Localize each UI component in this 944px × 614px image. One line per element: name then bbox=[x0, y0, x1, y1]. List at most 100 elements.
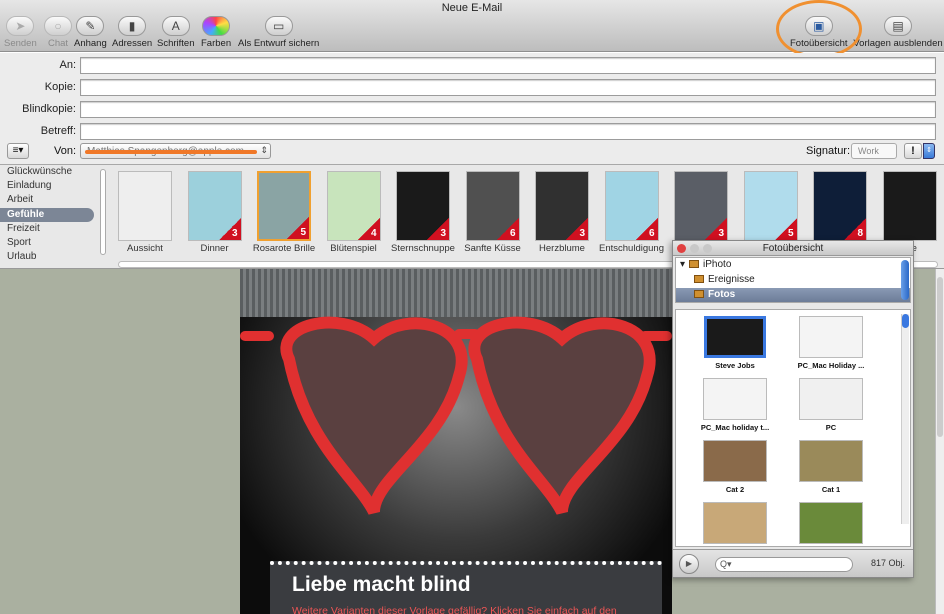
template-thumbnail[interactable]: 3 bbox=[187, 171, 242, 241]
variant-count: 3 bbox=[231, 228, 238, 239]
source-events[interactable]: Ereignisse bbox=[676, 273, 910, 287]
priority-dropdown-icon[interactable]: ⇕ bbox=[923, 143, 935, 159]
photo-item[interactable]: PC_Mac Holiday ... bbox=[786, 316, 876, 370]
chat-label: Chat bbox=[47, 38, 69, 49]
category-item[interactable]: Einladung bbox=[0, 179, 98, 193]
from-select[interactable]: Matthias Spangenberg@apple.com ⇕ bbox=[80, 143, 271, 159]
bcc-label: Blindkopie: bbox=[22, 103, 76, 115]
template-thumbnail[interactable] bbox=[882, 171, 937, 241]
subject-field[interactable] bbox=[80, 123, 936, 140]
photo-thumbnail bbox=[799, 440, 863, 482]
template-name: Dinner bbox=[200, 243, 229, 254]
variant-count: 6 bbox=[648, 228, 655, 239]
cc-field[interactable] bbox=[80, 79, 936, 96]
photo-browser-titlebar[interactable]: Fotoübersicht bbox=[673, 241, 913, 256]
photo-item[interactable]: Cat 1 bbox=[786, 440, 876, 494]
events-icon bbox=[694, 275, 704, 283]
template-thumbnail[interactable] bbox=[118, 171, 172, 241]
photo-item[interactable] bbox=[786, 502, 876, 546]
message-subtitle: Weitere Varianten dieser Vorlage gefälli… bbox=[292, 605, 617, 614]
photo-thumbnail bbox=[799, 502, 863, 544]
photo-item[interactable]: PC bbox=[786, 378, 876, 432]
send-button[interactable]: ➤ Senden bbox=[4, 16, 37, 49]
template-name: Entschuldigung bbox=[599, 243, 664, 254]
minimize-icon[interactable] bbox=[690, 244, 699, 253]
template-thumbnail[interactable]: 6 bbox=[604, 171, 659, 241]
category-item[interactable]: Glückwünsche bbox=[0, 165, 98, 179]
template-thumbnail[interactable]: 5 bbox=[257, 171, 311, 241]
photo-caption: PC_Mac Holiday ... bbox=[797, 361, 865, 370]
photo-caption: PC_Mac holiday t... bbox=[700, 423, 770, 432]
attach-label: Anhang bbox=[74, 38, 107, 49]
redaction-scribble bbox=[85, 150, 257, 154]
category-item[interactable]: Urlaub bbox=[0, 250, 98, 264]
photo-browser-panel: Fotoübersicht ▾ iPhoto Ereignisse Fotos S… bbox=[672, 240, 914, 578]
template-thumbnail[interactable]: 6 bbox=[465, 171, 520, 241]
template-name: Aussicht bbox=[127, 243, 163, 254]
category-item[interactable]: Gefühle bbox=[0, 207, 94, 222]
template-name: Rosarote Brille bbox=[252, 243, 316, 254]
photo-thumbnail bbox=[704, 316, 766, 358]
stationery-categories: Glückwünsche Einladung Arbeit Gefühle Freize… bbox=[0, 165, 98, 264]
source-scrollbar[interactable] bbox=[901, 260, 909, 300]
save-draft-button[interactable]: ▭ Als Entwurf sichern bbox=[238, 16, 319, 49]
close-icon[interactable] bbox=[677, 244, 686, 253]
disclosure-triangle-icon[interactable]: ▾ bbox=[680, 259, 685, 270]
hide-stationery-button[interactable]: ▤ Vorlagen ausblenden bbox=[852, 16, 944, 49]
template-thumbnail[interactable]: 8 bbox=[813, 171, 867, 241]
source-label: Ereignisse bbox=[708, 274, 755, 285]
photo-caption: PC bbox=[825, 423, 837, 432]
category-item[interactable]: Sport bbox=[0, 236, 98, 250]
signature-label: Signatur: bbox=[806, 145, 851, 157]
category-item[interactable]: Freizeit bbox=[0, 222, 98, 236]
source-photos[interactable]: Fotos bbox=[676, 288, 910, 302]
fonts-button[interactable]: A Schriften bbox=[157, 16, 195, 49]
mail-compose-window: Neue E-Mail ➤ Senden ○ Chat ✎ Anhang ▮ Adres… bbox=[0, 0, 944, 614]
variant-count: 5 bbox=[787, 228, 794, 239]
addresses-button[interactable]: ▮ Adressen bbox=[112, 16, 152, 49]
zoom-icon[interactable] bbox=[703, 244, 712, 253]
header-options-button[interactable]: ≡▾ bbox=[7, 143, 29, 159]
annotation-circle bbox=[776, 0, 862, 58]
template-thumbnail[interactable]: 3 bbox=[535, 171, 589, 241]
play-slideshow-button[interactable]: ▶ bbox=[679, 554, 699, 574]
photo-browser-title: Fotoübersicht bbox=[762, 243, 824, 254]
send-label: Senden bbox=[4, 38, 37, 49]
photo-item[interactable]: PC_Mac holiday t... bbox=[690, 378, 780, 432]
attach-button[interactable]: ✎ Anhang bbox=[74, 16, 107, 49]
photo-caption: Cat 2 bbox=[725, 485, 745, 494]
to-field[interactable] bbox=[80, 57, 936, 74]
subject-row: Betreff: bbox=[0, 123, 944, 140]
save-draft-label: Als Entwurf sichern bbox=[238, 38, 320, 49]
colors-button[interactable]: Farben bbox=[201, 16, 231, 49]
photo-thumbnail bbox=[799, 378, 863, 420]
to-label: An: bbox=[59, 59, 76, 71]
source-label: iPhoto bbox=[703, 259, 732, 270]
variant-count: 3 bbox=[579, 228, 585, 239]
signature-select[interactable]: Work bbox=[851, 143, 897, 159]
photo-grid-scrollbar[interactable] bbox=[901, 314, 909, 524]
addresses-label: Adressen bbox=[112, 38, 153, 49]
variant-count: 6 bbox=[509, 228, 516, 239]
template-thumbnail[interactable]: 4 bbox=[326, 171, 381, 241]
photo-item[interactable]: Steve Jobs bbox=[690, 316, 780, 370]
priority-button[interactable]: ! bbox=[904, 143, 922, 159]
stepper-arrows-icon: ⇕ bbox=[260, 145, 268, 155]
bcc-row: Blindkopie: bbox=[0, 101, 944, 118]
chat-button[interactable]: ○ Chat bbox=[44, 16, 72, 49]
template-thumbnail[interactable]: 3 bbox=[396, 171, 450, 241]
source-iphoto[interactable]: ▾ iPhoto bbox=[676, 258, 910, 272]
photo-search-input[interactable]: Q▾ bbox=[715, 557, 853, 572]
photo-item[interactable] bbox=[690, 502, 780, 546]
template-thumbnail[interactable]: 5 bbox=[743, 171, 798, 241]
template-thumbnail[interactable]: 3 bbox=[674, 171, 728, 241]
paperclip-icon: ✎ bbox=[76, 16, 105, 36]
photo-item[interactable]: Cat 2 bbox=[690, 440, 780, 494]
cc-label: Kopie: bbox=[44, 81, 76, 93]
chat-icon: ○ bbox=[44, 16, 72, 36]
from-label: Von: bbox=[54, 145, 77, 157]
category-item[interactable]: Arbeit bbox=[0, 193, 98, 207]
body-scrollbar[interactable] bbox=[935, 269, 944, 614]
categories-scrollbar[interactable] bbox=[100, 169, 106, 255]
bcc-field[interactable] bbox=[80, 101, 936, 118]
